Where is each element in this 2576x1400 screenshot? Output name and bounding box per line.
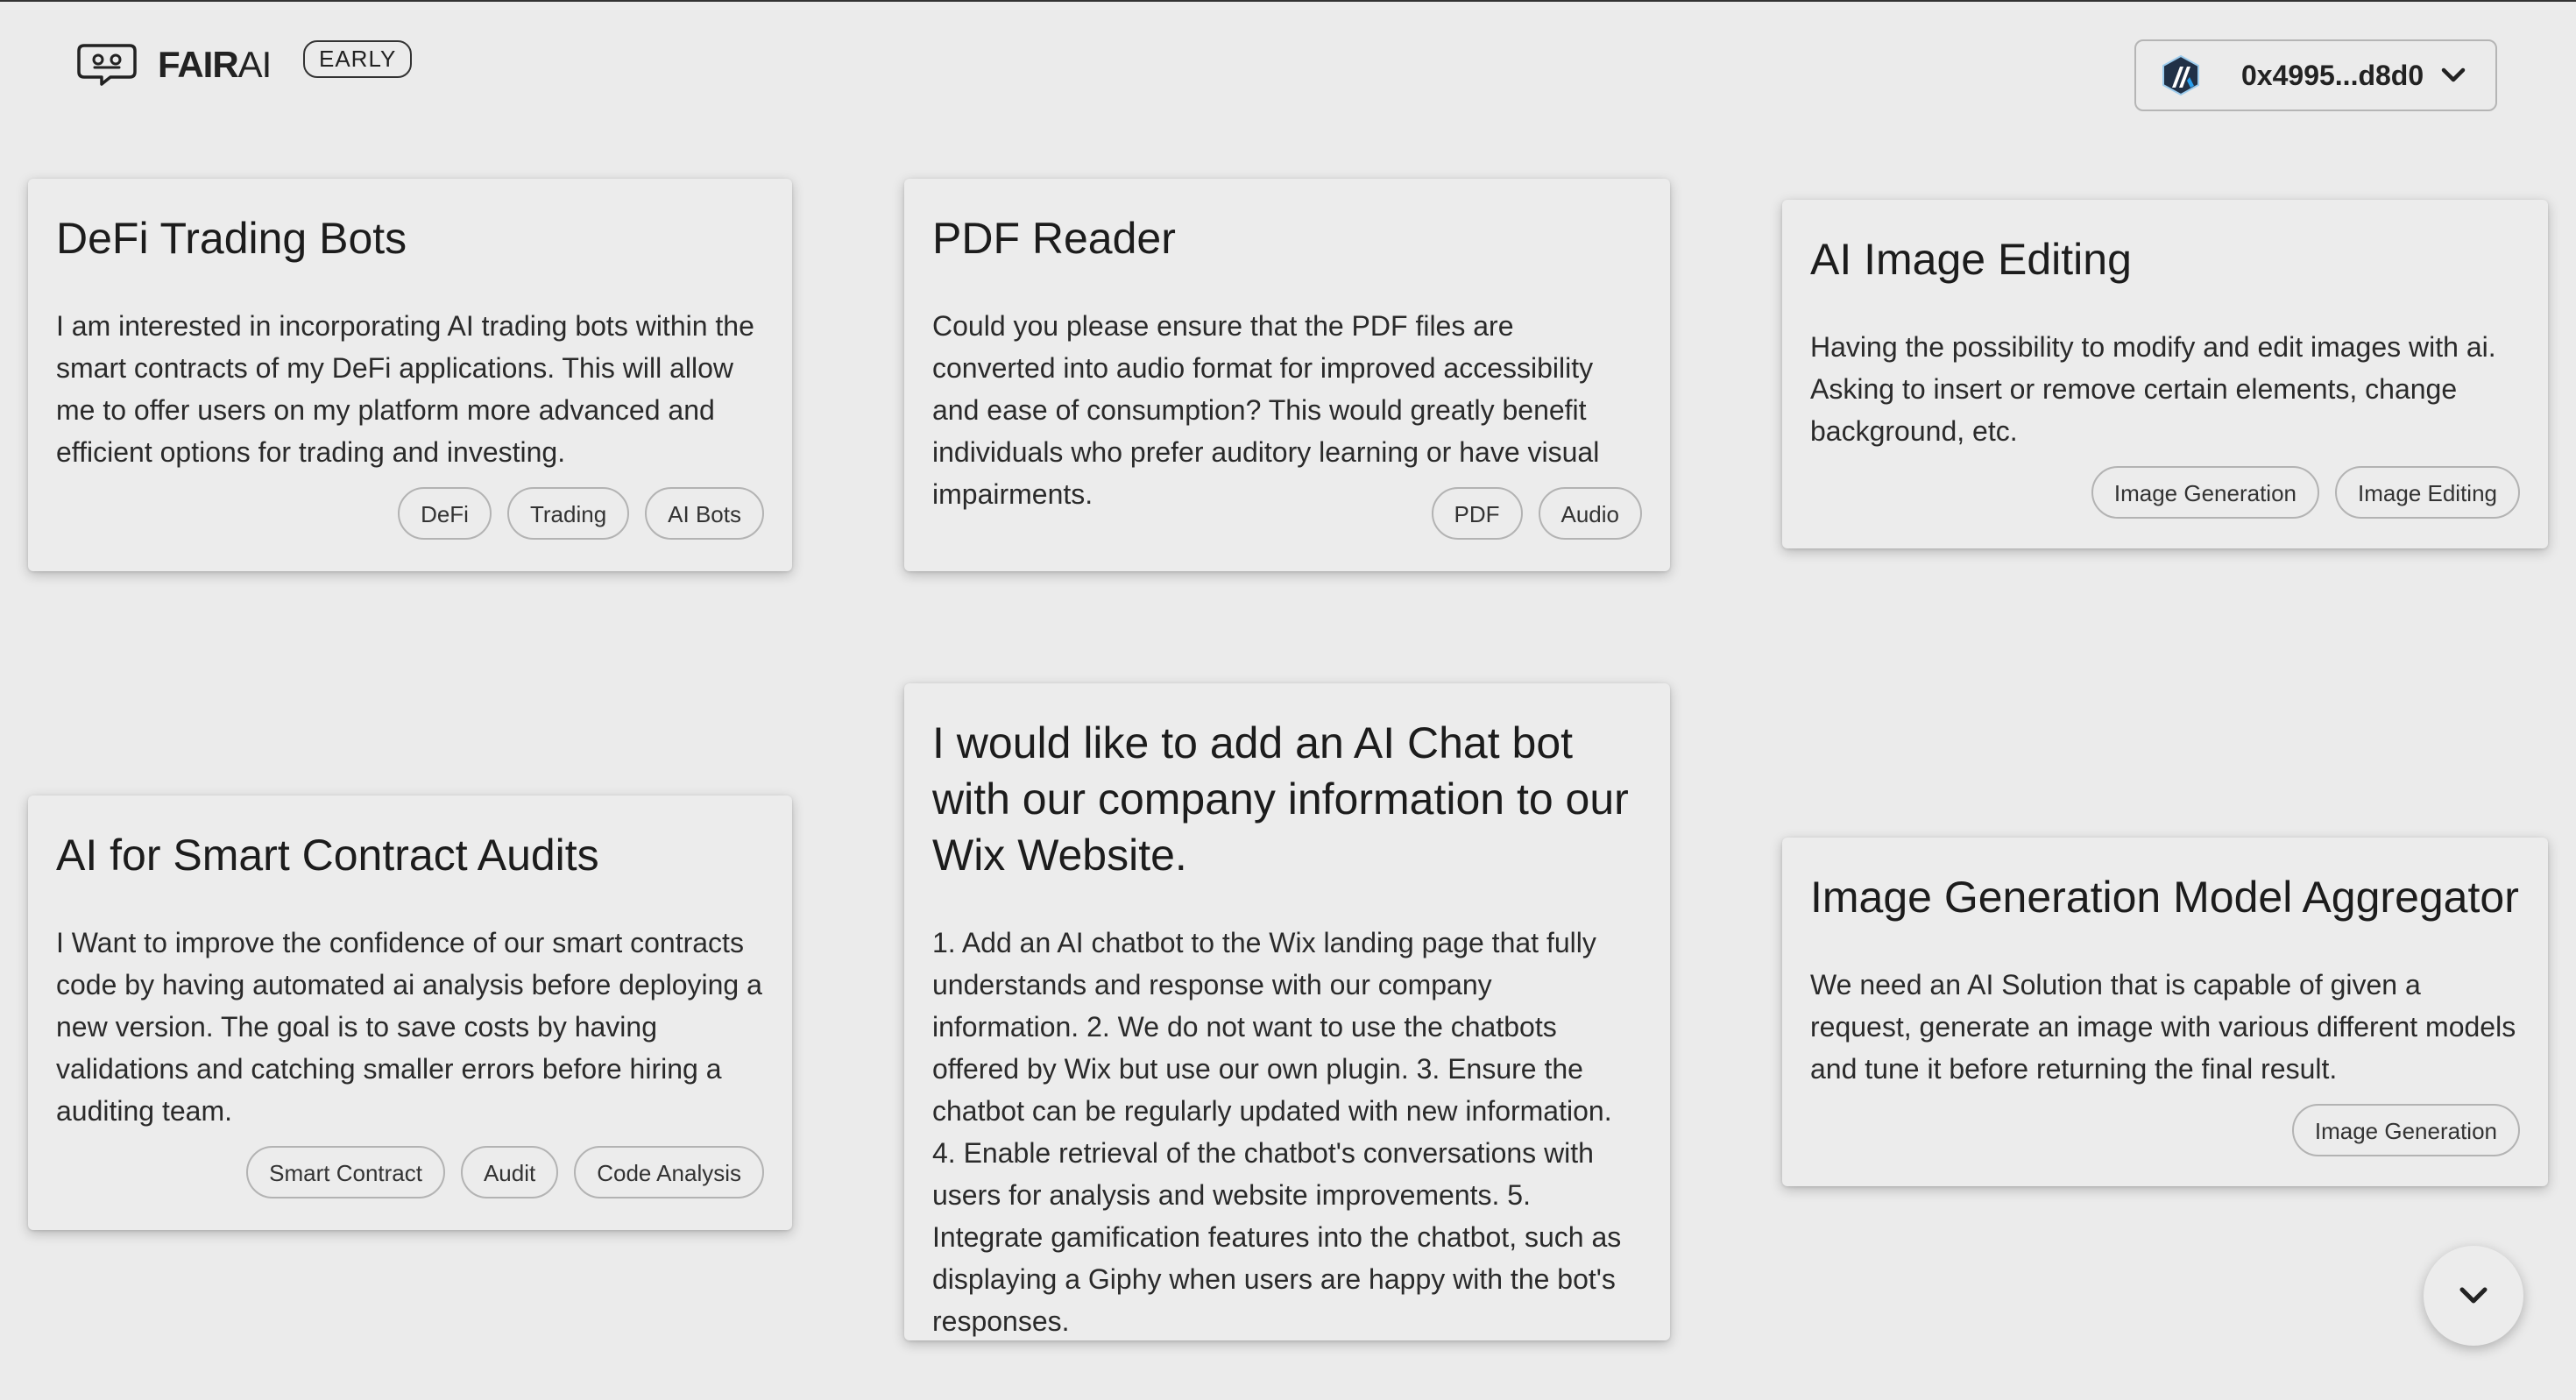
card-description: 1. Add an AI chatbot to the Wix landing …: [932, 927, 1622, 1337]
tag-chip[interactable]: AI Bots: [645, 487, 764, 540]
arbitrum-logo-icon: [2162, 54, 2199, 96]
card-title: PDF Reader: [932, 214, 1176, 263]
card-title: Image Generation Model Aggregator: [1810, 873, 2519, 922]
tag-chip[interactable]: Smart Contract: [246, 1146, 445, 1198]
card-title: I would like to add an AI Chat bot with …: [932, 718, 1629, 880]
tag-list: Smart Contract Audit Code Analysis: [246, 1146, 764, 1198]
tag-chip[interactable]: Audio: [1538, 487, 1642, 540]
card-description: Could you please ensure that the PDF fil…: [932, 310, 1600, 510]
card-description: I Want to improve the confidence of our …: [56, 927, 762, 1127]
logo-light-text: AI: [237, 44, 272, 85]
card-title: AI for Smart Contract Audits: [56, 831, 599, 880]
card-description: We need an AI Solution that is capable o…: [1810, 969, 2516, 1085]
request-card[interactable]: AI Image Editing Having the possibility …: [1782, 200, 2548, 548]
card-title: AI Image Editing: [1810, 235, 2132, 284]
tag-chip[interactable]: PDF: [1431, 487, 1523, 540]
request-card[interactable]: Image Generation Model Aggregator We nee…: [1782, 838, 2548, 1186]
request-card[interactable]: I would like to add an AI Chat bot with …: [904, 683, 1670, 1340]
early-badge: EARLY: [303, 40, 413, 78]
card-description: Having the possibility to modify and edi…: [1810, 331, 2496, 447]
tag-list: Image Generation Image Editing: [2091, 466, 2520, 519]
tag-chip[interactable]: Audit: [460, 1146, 559, 1198]
tag-chip[interactable]: Image Generation: [2291, 1104, 2520, 1156]
chevron-down-icon: [2441, 67, 2466, 82]
logo-wordmark: FAIRAI: [158, 44, 272, 86]
tag-list: PDF Audio: [1431, 487, 1642, 540]
tag-chip[interactable]: Trading: [506, 487, 630, 540]
logo-bold-text: FAIR: [158, 44, 239, 85]
tag-chip[interactable]: Code Analysis: [574, 1146, 764, 1198]
robot-chat-icon: [77, 44, 137, 86]
request-card[interactable]: DeFi Trading Bots I am interested in inc…: [28, 179, 792, 571]
request-card[interactable]: PDF Reader Could you please ensure that …: [904, 179, 1670, 571]
tag-list: Image Generation: [2291, 1104, 2520, 1156]
tag-list: DeFi Trading AI Bots: [398, 487, 764, 540]
tag-chip[interactable]: Image Editing: [2335, 466, 2520, 519]
wallet-address: 0x4995...d8d0: [2241, 59, 2424, 91]
tag-chip[interactable]: Image Generation: [2091, 466, 2320, 519]
request-card[interactable]: AI for Smart Contract Audits I Want to i…: [28, 795, 792, 1230]
chevron-down-icon: [2459, 1287, 2488, 1304]
scroll-down-button[interactable]: [2424, 1246, 2523, 1346]
card-description: I am interested in incorporating AI trad…: [56, 310, 754, 468]
card-title: DeFi Trading Bots: [56, 214, 407, 263]
brand-logo[interactable]: FAIRAI: [75, 42, 272, 88]
wallet-account-button[interactable]: 0x4995...d8d0: [2134, 39, 2497, 111]
tag-chip[interactable]: DeFi: [398, 487, 492, 540]
